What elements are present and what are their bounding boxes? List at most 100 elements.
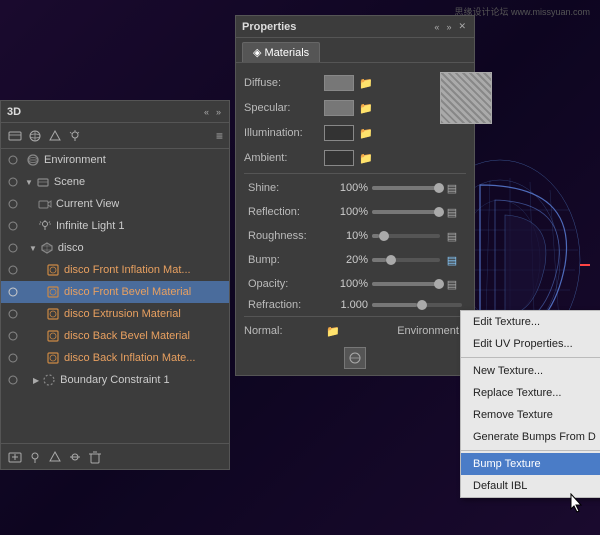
toolbar-env-icon[interactable] (27, 128, 43, 144)
shine-label: Shine: (248, 182, 323, 194)
layer-vis-boundary[interactable] (5, 372, 21, 388)
roughness-slider[interactable] (372, 229, 440, 243)
layer-icon-light (37, 218, 53, 234)
expand-disco[interactable]: ▼ (29, 244, 37, 253)
diffuse-label: Diffuse: (244, 77, 324, 89)
layer-item-infinite-light[interactable]: Infinite Light 1 (1, 215, 229, 237)
bump-label: Bump: (248, 254, 323, 266)
context-gen-bumps[interactable]: Generate Bumps From D (461, 426, 600, 448)
constraint-icon[interactable] (67, 449, 83, 465)
context-replace-texture[interactable]: Replace Texture... (461, 382, 600, 404)
context-remove-texture[interactable]: Remove Texture (461, 404, 600, 426)
illumination-swatch[interactable] (324, 125, 354, 141)
opacity-slider[interactable] (372, 277, 440, 291)
layer-vis-current-view[interactable] (5, 196, 21, 212)
reflection-slider[interactable] (372, 205, 440, 219)
illumination-row: Illumination: 📁 (244, 123, 466, 143)
toolbar-scene-icon[interactable] (7, 128, 23, 144)
layer-name-mat2: disco Front Bevel Material (64, 286, 191, 298)
panel-3d-menu[interactable]: ≡ (216, 129, 223, 143)
toolbar-light-icon[interactable] (67, 128, 83, 144)
layer-icon-mat1 (45, 262, 61, 278)
layer-item-mat5[interactable]: disco Back Inflation Mate... (1, 347, 229, 369)
ambient-folder[interactable]: 📁 (357, 149, 375, 167)
layer-name-infinite-light: Infinite Light 1 (56, 220, 125, 232)
specular-swatch[interactable] (324, 100, 354, 116)
layer-vis-mat2[interactable] (5, 284, 21, 300)
layer-name-mat5: disco Back Inflation Mate... (64, 352, 195, 364)
context-edit-uv[interactable]: Edit UV Properties... (461, 333, 600, 355)
layer-item-environment[interactable]: Environment (1, 149, 229, 171)
layer-item-disco[interactable]: ▼ disco (1, 237, 229, 259)
panel-3d-title: 3D (7, 106, 21, 118)
bump-slider[interactable] (372, 253, 440, 267)
diffuse-folder[interactable]: 📁 (357, 74, 375, 92)
layer-vis-mat3[interactable] (5, 306, 21, 322)
panel-3d-header: 3D « » (1, 101, 229, 123)
expand-boundary[interactable]: ▶ (33, 376, 39, 385)
layer-vis-mat5[interactable] (5, 350, 21, 366)
roughness-value: 10% (323, 230, 368, 242)
layer-vis-environment[interactable] (5, 152, 21, 168)
context-divider-2 (461, 450, 600, 451)
shine-folder[interactable]: ▤ (442, 178, 462, 198)
layer-list: Environment ▼ Scene Current View (1, 149, 229, 443)
toolbar-mesh-icon[interactable] (47, 128, 63, 144)
opacity-label: Opacity: (248, 278, 323, 290)
illumination-folder[interactable]: 📁 (357, 124, 375, 142)
normal-env-row: Normal: 📁 Environment: (244, 321, 466, 341)
layer-vis-disco[interactable] (5, 240, 21, 256)
reflection-folder[interactable]: ▤ (442, 202, 462, 222)
layer-item-boundary[interactable]: ▶ Boundary Constraint 1 (1, 369, 229, 391)
layer-vis-infinite-light[interactable] (5, 218, 21, 234)
props-collapse[interactable]: « (432, 21, 441, 33)
layer-icon-camera (37, 196, 53, 212)
context-new-texture[interactable]: New Texture... (461, 360, 600, 382)
shine-slider[interactable] (372, 181, 440, 195)
panel-3d-bottom-toolbar (1, 443, 229, 469)
layer-item-mat1[interactable]: disco Front Inflation Mat... (1, 259, 229, 281)
layer-icon-environment (25, 152, 41, 168)
bump-folder[interactable]: ▤ (442, 250, 462, 270)
layer-icon-mat5 (45, 350, 61, 366)
tab-materials-icon: ◈ (253, 47, 265, 59)
props-expand[interactable]: » (444, 21, 453, 33)
context-default-ibl[interactable]: Default IBL (461, 475, 600, 497)
delete-icon[interactable] (87, 449, 103, 465)
expand-scene[interactable]: ▼ (25, 178, 33, 187)
layer-vis-mat4[interactable] (5, 328, 21, 344)
reflection-row: Reflection: 100% ▤ (244, 202, 466, 222)
panel-3d-collapse[interactable]: « (202, 106, 211, 118)
environment-icon-btn[interactable] (344, 347, 366, 369)
layer-item-mat3[interactable]: disco Extrusion Material (1, 303, 229, 325)
layer-vis-mat1[interactable] (5, 262, 21, 278)
specular-label: Specular: (244, 102, 324, 114)
layer-item-current-view[interactable]: Current View (1, 193, 229, 215)
normal-folder[interactable]: 📁 (324, 322, 342, 340)
diffuse-swatch[interactable] (324, 75, 354, 91)
add-icon[interactable] (7, 449, 23, 465)
context-edit-texture[interactable]: Edit Texture... (461, 311, 600, 333)
opacity-folder[interactable]: ▤ (442, 274, 462, 294)
layer-vis-scene[interactable] (5, 174, 21, 190)
context-menu: Edit Texture... Edit UV Properties... Ne… (460, 310, 600, 498)
mesh-add-icon[interactable] (47, 449, 63, 465)
specular-folder[interactable]: 📁 (357, 99, 375, 117)
layer-item-scene[interactable]: ▼ Scene (1, 171, 229, 193)
layer-item-mat2[interactable]: disco Front Bevel Material (1, 281, 229, 303)
layer-item-mat4[interactable]: disco Back Bevel Material (1, 325, 229, 347)
panel-3d-expand[interactable]: » (214, 106, 223, 118)
properties-panel: Properties « » ✕ ◈ Materials Diffuse: 📁 … (235, 15, 475, 376)
environment-label: Environment: (397, 325, 462, 337)
opacity-row: Opacity: 100% ▤ (244, 274, 466, 294)
props-close[interactable]: ✕ (456, 20, 468, 33)
texture-thumbnail[interactable] (440, 72, 492, 124)
properties-title: Properties (242, 21, 296, 33)
panel-3d: 3D « » ≡ Enviro (0, 100, 230, 470)
roughness-folder[interactable]: ▤ (442, 226, 462, 246)
tab-materials[interactable]: ◈ Materials (242, 42, 320, 62)
light-add-icon[interactable] (27, 449, 43, 465)
refraction-slider[interactable] (372, 298, 462, 312)
context-bump-texture[interactable]: Bump Texture (461, 453, 600, 475)
ambient-swatch[interactable] (324, 150, 354, 166)
